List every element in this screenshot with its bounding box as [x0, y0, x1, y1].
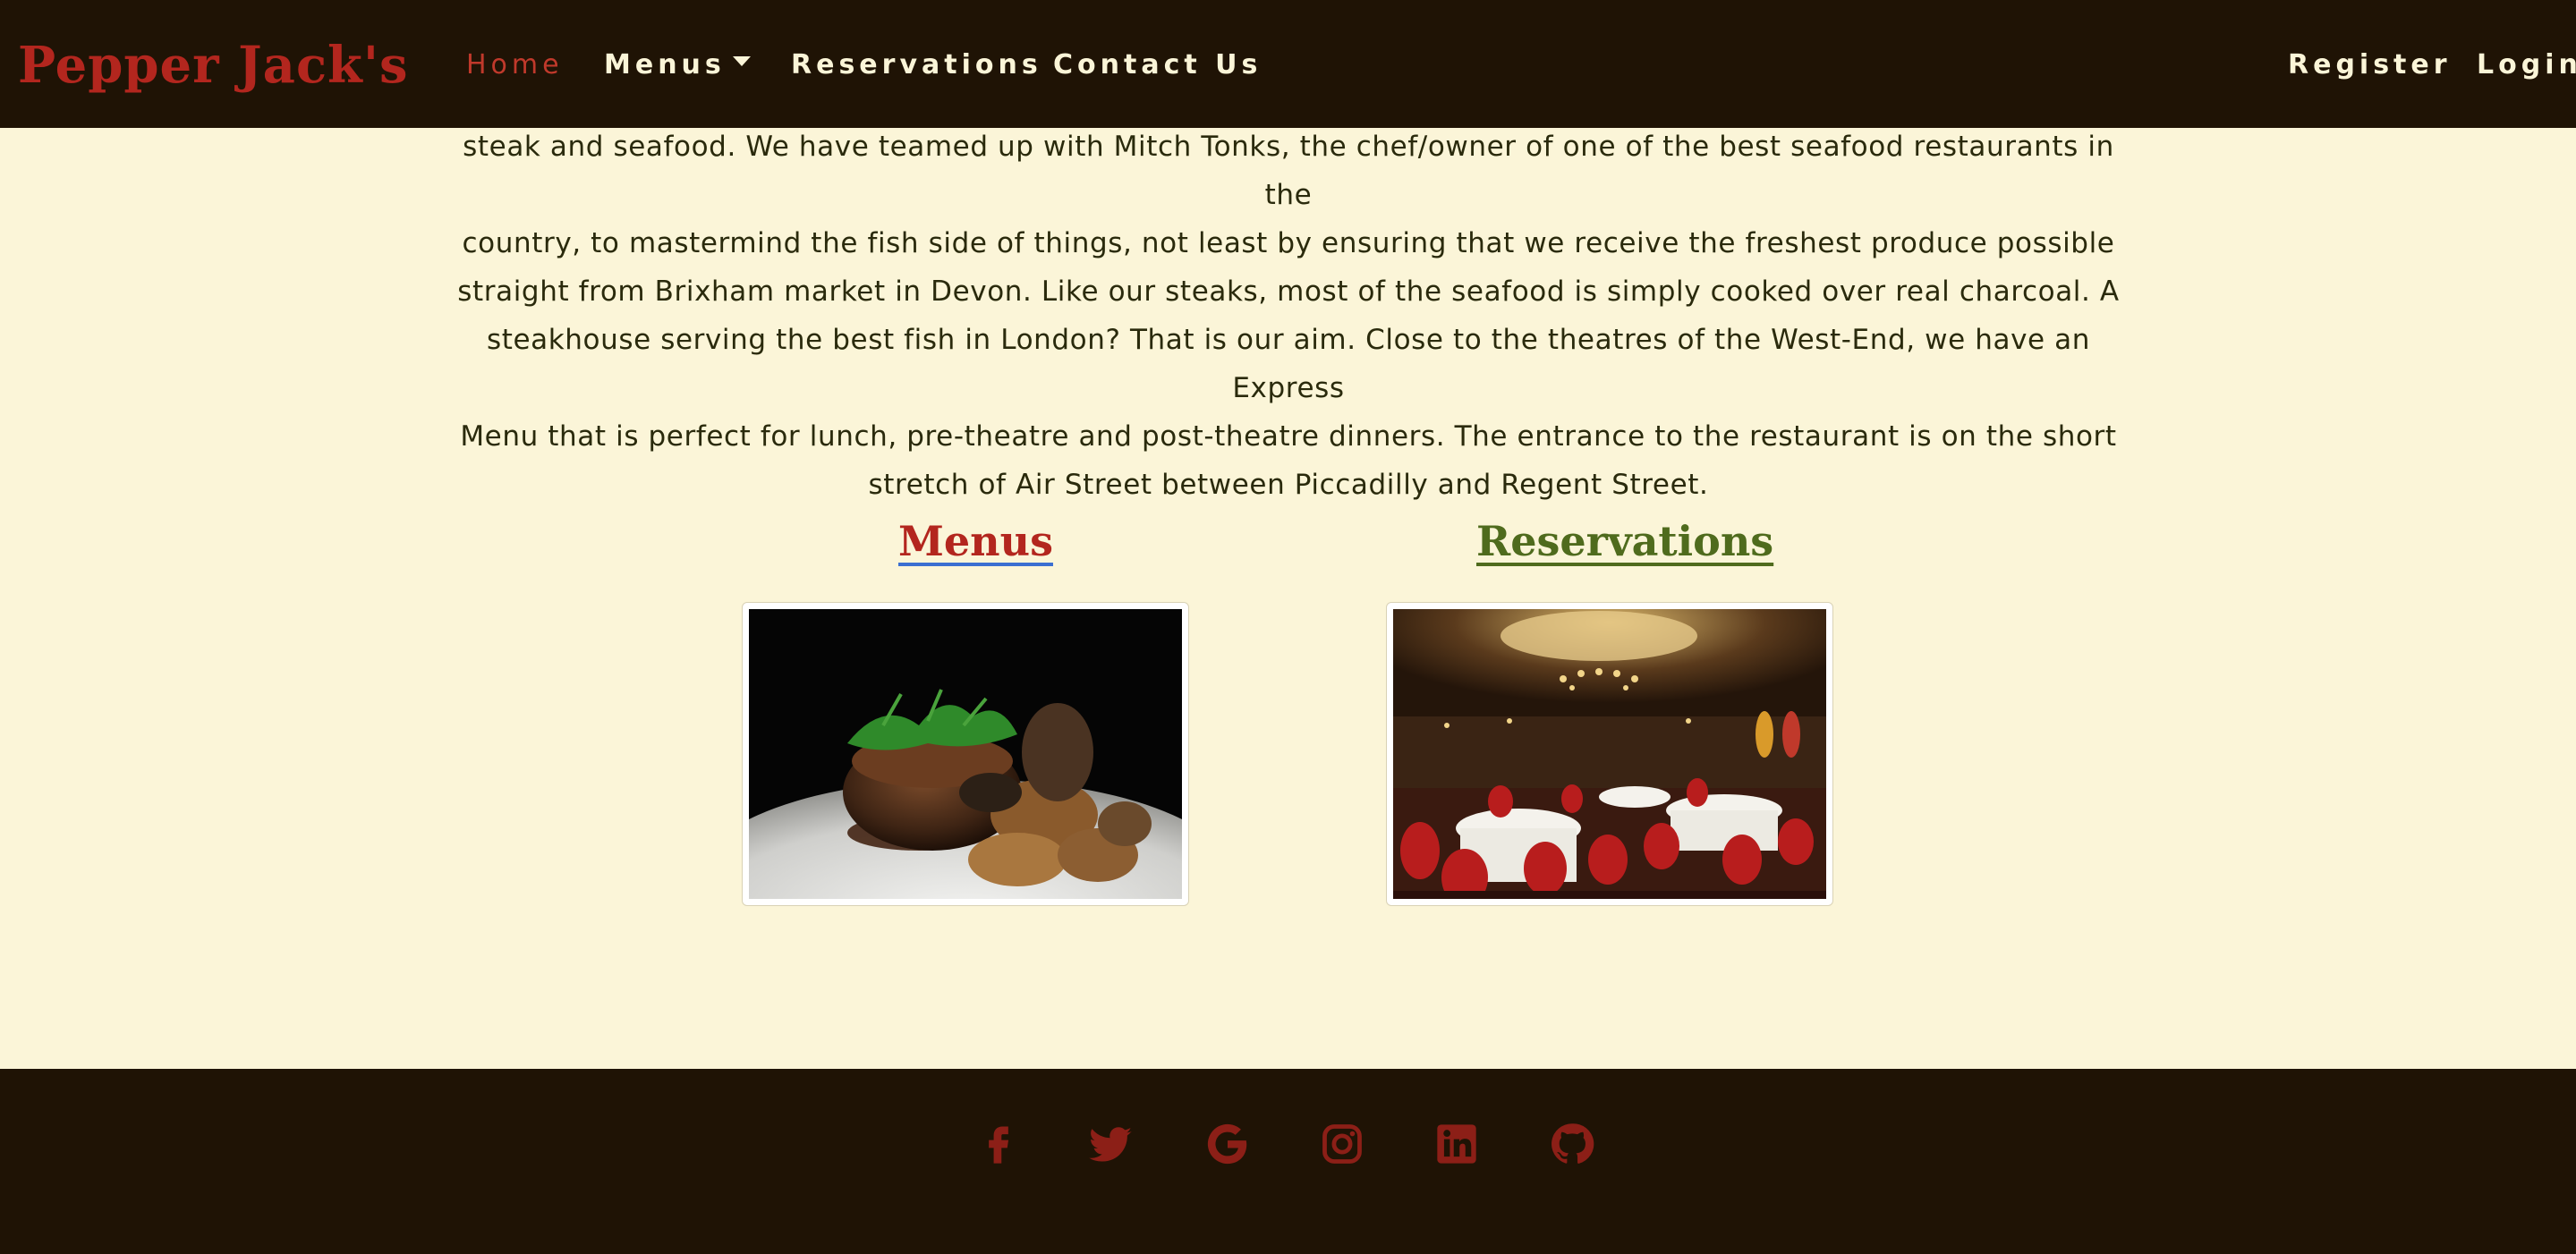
- brand-logo[interactable]: Pepper Jack's: [18, 34, 409, 97]
- menus-card-image[interactable]: [742, 602, 1189, 906]
- dining-room-photo: [1393, 609, 1826, 899]
- nav-login[interactable]: Login: [2477, 45, 2576, 86]
- intro-line: steakhouse serving the best fish in Lond…: [486, 324, 2091, 404]
- nav-menus-dropdown[interactable]: Menus: [604, 45, 751, 86]
- instagram-icon[interactable]: [1319, 1121, 1365, 1167]
- menus-card-link[interactable]: Menus: [898, 513, 1053, 569]
- caret-down-icon: [732, 56, 751, 66]
- footer: [0, 1069, 2576, 1254]
- intro-line: country, to mastermind the fish side of …: [462, 227, 2115, 259]
- twitter-icon[interactable]: [1087, 1121, 1134, 1167]
- google-icon[interactable]: [1204, 1121, 1251, 1167]
- github-icon[interactable]: [1549, 1121, 1595, 1167]
- intro-text: steak and seafood. We have teamed up wit…: [447, 123, 2130, 509]
- nav-home[interactable]: Home: [466, 45, 564, 86]
- steak-dish-photo: [749, 609, 1182, 899]
- intro-line: Menu that is perfect for lunch, pre-thea…: [460, 420, 2117, 453]
- reservations-card-link[interactable]: Reservations: [1476, 513, 1773, 569]
- reservations-card-image[interactable]: [1386, 602, 1833, 906]
- nav-reservations[interactable]: Reservations: [791, 45, 1042, 86]
- linkedin-icon[interactable]: [1433, 1121, 1480, 1167]
- facebook-icon[interactable]: [975, 1121, 1022, 1167]
- intro-line: straight from Brixham market in Devon. L…: [457, 275, 2120, 308]
- nav-contact-us[interactable]: Contact Us: [1053, 45, 1262, 86]
- nav-register[interactable]: Register: [2288, 45, 2452, 86]
- nav-menus-label: Menus: [604, 49, 726, 80]
- top-navbar: Pepper Jack's Home Menus Reservations Co…: [0, 0, 2576, 128]
- intro-line: steak and seafood. We have teamed up wit…: [463, 131, 2114, 211]
- intro-line: stretch of Air Street between Piccadilly…: [868, 469, 1709, 501]
